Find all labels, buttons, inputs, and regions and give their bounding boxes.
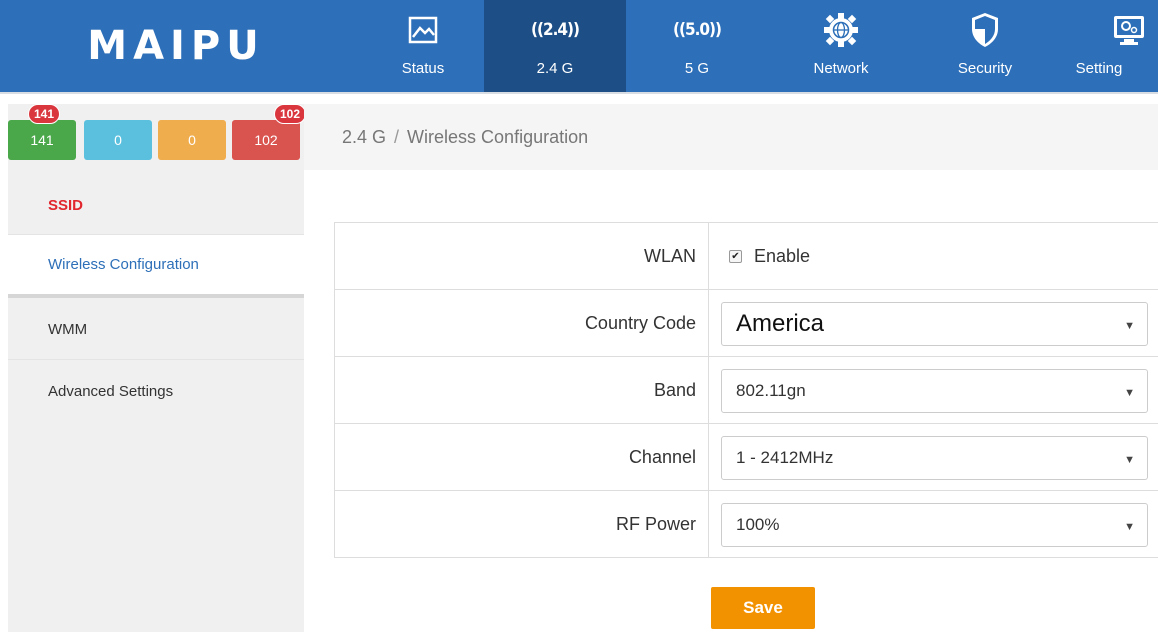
wlan-enable-checkbox[interactable]: ✔ [729,249,742,263]
nav-label: Network [813,60,869,77]
sidebar-item-advanced-settings[interactable]: Advanced Settings [8,361,304,421]
select-value: 100% [736,515,780,534]
maipu-logo: MAIPU [0,0,352,92]
nav-label: Status [401,60,445,77]
select-value: America [736,310,825,337]
count-value: 0 [188,132,196,148]
band-label: Band [335,357,709,423]
nav-security[interactable]: Security [914,0,1056,92]
form-row-wlan: WLAN ✔ Enable [335,223,1158,290]
count-value: 0 [114,132,122,148]
sidebar-item-label: Wireless Configuration [48,256,199,273]
notification-bubble: 141 [28,104,61,124]
breadcrumb: 2.4 G / Wireless Configuration [304,104,1158,170]
wireless-config-form: WLAN ✔ Enable Country Code America ▼ Ban… [334,222,1158,558]
sidebar-item-wireless-configuration[interactable]: Wireless Configuration [8,234,304,298]
sidebar-item-ssid[interactable]: SSID [8,176,304,234]
wifi-24-badge: ((2.4)) [530,20,580,40]
sidebar: 141 0 0 102 141 102 SSID Wireless Config… [8,104,307,632]
wifi-24-icon: ((2.4)) [530,10,580,50]
nav-status[interactable]: Status [352,0,494,92]
channel-field: 1 - 2412MHz ▼ [709,424,1158,490]
nav-label: Setting [1075,60,1123,77]
shield-icon [970,10,1000,50]
count-red-button[interactable]: 102 [232,120,300,160]
wlan-enable-label: Enable [754,245,811,266]
monitor-settings-icon [1112,10,1146,50]
image-icon [408,10,438,50]
band-field: 802.11gn ▼ [709,357,1158,423]
count-value: 141 [30,132,54,148]
form-row-band: Band 802.11gn ▼ [335,357,1158,424]
wlan-enable-control[interactable]: ✔ Enable [729,223,810,289]
count-value: 102 [254,132,278,148]
channel-select[interactable]: 1 - 2412MHz ▼ [721,436,1148,480]
nav-label: 5 G [684,60,710,77]
wifi-5-badge: ((5.0)) [672,20,722,40]
country-code-label: Country Code [335,290,709,356]
count-orange-button[interactable]: 0 [158,120,226,160]
wifi-5-icon: ((5.0)) [672,10,722,50]
chevron-down-icon: ▼ [1124,453,1135,466]
top-nav-bar: MAIPU Status ((2.4)) 2.4 G ((5.0)) 5 G N… [0,0,1158,92]
sidebar-item-wmm[interactable]: WMM [8,300,304,360]
breadcrumb-page: Wireless Configuration [407,126,589,147]
nav-network[interactable]: Network [770,0,912,92]
sidebar-item-label: Advanced Settings [48,382,174,400]
form-row-rf-power: RF Power 100% ▼ [335,491,1158,558]
globe-gear-icon [823,10,859,50]
country-code-select[interactable]: America ▼ [721,302,1148,346]
select-value: 802.11gn [736,381,806,400]
wlan-field: ✔ Enable [709,223,1158,289]
logo-text: MAIPU [87,23,265,69]
nav-2-4g[interactable]: ((2.4)) 2.4 G [484,0,626,92]
header-divider [0,92,1158,94]
nav-label: Security [957,60,1013,77]
rf-power-label: RF Power [335,491,709,558]
notification-bubble: 102 [274,104,307,124]
select-value: 1 - 2412MHz [736,448,834,467]
wlan-label: WLAN [335,223,709,289]
rf-power-select[interactable]: 100% ▼ [721,503,1148,547]
sidebar-item-label: WMM [48,321,88,338]
form-row-country-code: Country Code America ▼ [335,290,1158,357]
chevron-down-icon: ▼ [1124,386,1135,399]
rf-power-field: 100% ▼ [709,491,1158,558]
chevron-down-icon: ▼ [1124,319,1135,332]
count-green-button[interactable]: 141 [8,120,76,160]
client-count-badges: 141 0 0 102 141 102 [8,104,307,166]
breadcrumb-section[interactable]: 2.4 G [342,127,386,148]
breadcrumb-separator: / [394,126,400,147]
count-blue-button[interactable]: 0 [84,120,152,160]
nav-5g[interactable]: ((5.0)) 5 G [626,0,768,92]
nav-setting[interactable]: Setting [1058,0,1158,92]
sidebar-item-label: SSID [48,196,84,214]
save-button[interactable]: Save [711,587,815,629]
form-row-channel: Channel 1 - 2412MHz ▼ [335,424,1158,491]
nav-label: 2.4 G [536,60,574,77]
channel-label: Channel [335,424,709,490]
band-select[interactable]: 802.11gn ▼ [721,369,1148,413]
country-code-field: America ▼ [709,290,1158,356]
chevron-down-icon: ▼ [1124,520,1135,533]
